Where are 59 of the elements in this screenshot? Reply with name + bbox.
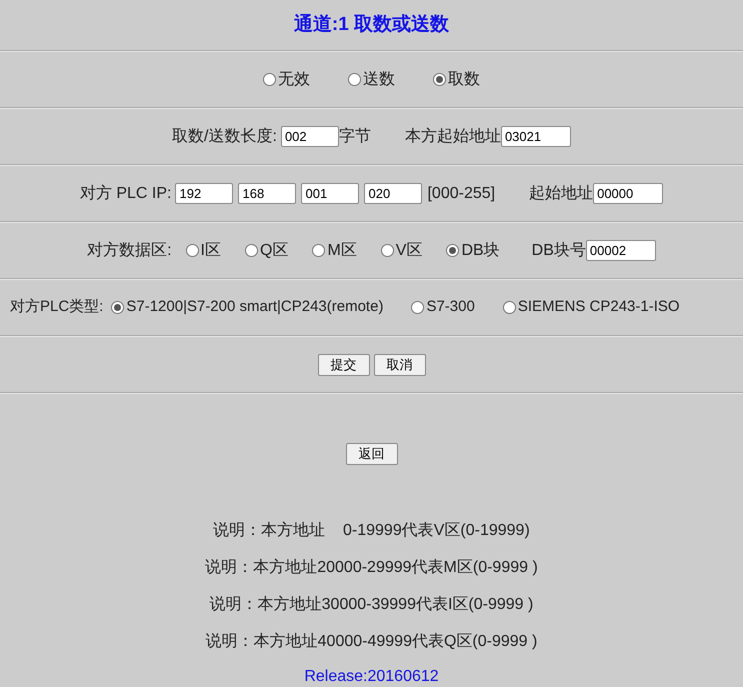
radio-button[interactable] xyxy=(244,244,258,257)
radio-option[interactable]: 无效 xyxy=(263,68,310,92)
radio-label: S7-300 xyxy=(426,297,475,318)
field-label: 起始地址 xyxy=(529,184,594,204)
radio-option[interactable]: Q区 xyxy=(244,238,288,262)
radio-option[interactable]: S7-300 xyxy=(411,296,475,319)
radio-label: 无效 xyxy=(278,70,310,90)
radio-label: Q区 xyxy=(260,240,288,260)
radio-label: DB块 xyxy=(461,240,500,260)
radio-button[interactable] xyxy=(411,301,424,314)
field-label: 对方数据区: xyxy=(87,240,172,260)
form-button[interactable]: 提交 xyxy=(318,354,370,376)
radio-label: 取数 xyxy=(448,70,480,90)
radio-option[interactable]: 取数 xyxy=(433,68,480,92)
text-field[interactable]: 168 xyxy=(238,183,296,204)
release-text: Release:20160612 xyxy=(304,667,439,687)
radio-button[interactable] xyxy=(263,73,276,86)
radio-label: 送数 xyxy=(363,70,395,90)
field-label: 本方起始地址 xyxy=(404,126,501,146)
back-button[interactable]: 返回 xyxy=(346,443,398,465)
text-field[interactable]: 020 xyxy=(364,183,422,204)
form-button[interactable]: 取消 xyxy=(374,354,426,376)
radio-button[interactable] xyxy=(186,244,199,257)
radio-option[interactable]: V区 xyxy=(380,238,422,262)
radio-option[interactable]: S7-1200|S7-200 smart|CP243(remote) xyxy=(111,296,384,319)
radio-button[interactable] xyxy=(111,301,124,314)
text-field[interactable]: 00000 xyxy=(593,183,664,204)
radio-button[interactable] xyxy=(433,73,446,86)
text-field[interactable]: 00002 xyxy=(586,240,656,261)
note-text: 说明：本方地址40000-49999代表Q区(0-9999 ) xyxy=(206,632,538,652)
radio-button[interactable] xyxy=(446,244,460,257)
text-field[interactable]: 002 xyxy=(280,126,339,147)
radio-option[interactable]: M区 xyxy=(312,238,357,262)
radio-label: V区 xyxy=(396,240,422,260)
radio-option[interactable]: DB块 xyxy=(446,238,500,262)
unit-label: 字节 xyxy=(338,126,371,146)
text-field[interactable]: 001 xyxy=(301,183,360,204)
note-text: 说明：本方地址20000-29999代表M区(0-9999 ) xyxy=(205,558,538,578)
radio-button[interactable] xyxy=(502,301,516,314)
text-field[interactable]: 03021 xyxy=(500,126,571,147)
note-text: 说明：本方地址 0-19999代表V区(0-19999) xyxy=(213,520,530,540)
radio-label: SIEMENS CP243-1-ISO xyxy=(518,297,680,318)
range-hint: [000-255] xyxy=(427,184,496,204)
field-label: DB块号 xyxy=(532,240,586,260)
field-label: 对方PLC类型: xyxy=(10,297,104,318)
field-label: 取数/送数长度: xyxy=(172,126,277,146)
radio-button[interactable] xyxy=(380,244,394,257)
page-title: 通道:1 取数或送数 xyxy=(294,12,450,37)
text-field[interactable]: 192 xyxy=(175,183,234,204)
radio-button[interactable] xyxy=(348,73,361,86)
radio-button[interactable] xyxy=(312,244,326,257)
radio-label: S7-1200|S7-200 smart|CP243(remote) xyxy=(126,297,384,318)
note-text: 说明：本方地址30000-39999代表I区(0-9999 ) xyxy=(210,594,534,614)
radio-label: M区 xyxy=(327,240,357,260)
radio-option[interactable]: I区 xyxy=(186,238,221,262)
radio-option[interactable]: SIEMENS CP243-1-ISO xyxy=(502,296,680,319)
field-label: 对方 PLC IP: xyxy=(80,184,172,204)
radio-option[interactable]: 送数 xyxy=(348,68,395,92)
radio-label: I区 xyxy=(200,240,221,260)
